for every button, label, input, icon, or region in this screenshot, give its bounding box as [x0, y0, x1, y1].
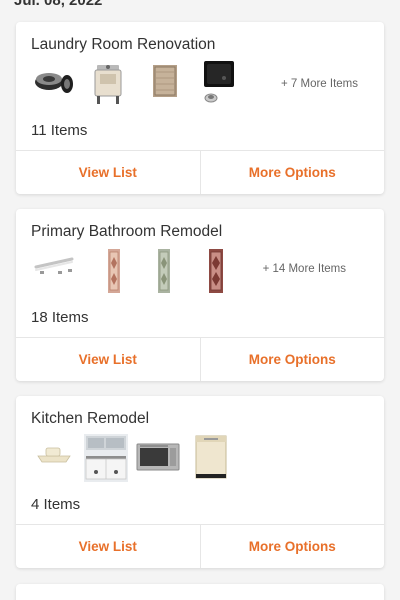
card-actions: View List More Options — [16, 337, 384, 381]
list-card: Primary Bathroom Remodel + 14 More Items… — [16, 209, 384, 381]
runner-rug-icon — [108, 249, 120, 293]
cabinet-icon — [153, 65, 177, 97]
list-card — [16, 584, 384, 600]
page: Jul. 08, 2022 Laundry Room Renovation + … — [0, 0, 400, 600]
drain-parts-icon — [35, 73, 73, 93]
more-items-label[interactable]: + 14 More Items — [263, 263, 346, 275]
view-list-button[interactable]: View List — [16, 151, 200, 194]
utility-sink-icon — [94, 65, 122, 104]
view-list-button[interactable]: View List — [16, 338, 200, 381]
runner-rug-icon — [209, 249, 223, 293]
more-options-button[interactable]: More Options — [199, 151, 385, 194]
list-title[interactable]: Laundry Room Renovation — [31, 36, 215, 54]
towel-bar-icon — [34, 257, 74, 274]
kitchen-icon — [84, 434, 128, 482]
card-actions: View List More Options — [16, 524, 384, 568]
list-title[interactable]: Kitchen Remodel — [31, 410, 149, 428]
card-actions: View List More Options — [16, 150, 384, 194]
view-list-button[interactable]: View List — [16, 525, 200, 568]
list-card: Laundry Room Renovation + 7 More Items 1… — [16, 22, 384, 194]
item-count: 4 Items — [31, 496, 81, 513]
more-options-button[interactable]: More Options — [199, 525, 385, 568]
black-sink-icon — [204, 61, 234, 103]
item-count: 11 Items — [31, 122, 88, 139]
runner-rug-icon — [158, 249, 170, 293]
thumbnail-row[interactable] — [30, 434, 370, 482]
list-card: Kitchen Remodel 4 Items View List More O… — [16, 396, 384, 568]
dishwasher-icon — [195, 435, 227, 479]
date-header: Jul. 08, 2022 — [14, 0, 103, 9]
microwave-drawer-icon — [136, 443, 180, 471]
item-count: 18 Items — [31, 309, 89, 326]
more-items-label[interactable]: + 7 More Items — [281, 78, 358, 90]
list-title[interactable]: Primary Bathroom Remodel — [31, 223, 222, 241]
sink-icon — [37, 447, 71, 463]
more-options-button[interactable]: More Options — [199, 338, 385, 381]
